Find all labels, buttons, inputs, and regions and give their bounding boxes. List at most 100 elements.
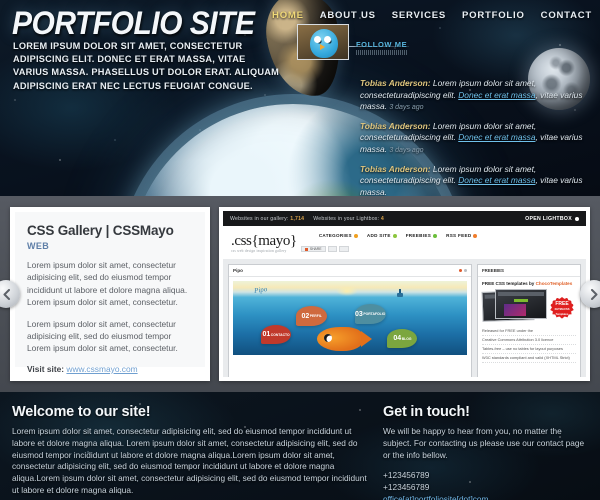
share-extra-2[interactable] (339, 246, 350, 252)
tweet-author: Tobias Anderson: (360, 120, 431, 131)
portfolio-slider-band: CSS Gallery | CSSMayo WEB Lorem ipsum do… (0, 196, 600, 392)
ocean-bubble-01[interactable]: 01 CONTACTO (261, 325, 292, 344)
mayo-nav-rss-label: RSS FEED (446, 233, 472, 238)
twitter-thumbnail[interactable] (297, 24, 349, 60)
nav-item-contact[interactable]: CONTACT (541, 10, 592, 21)
free-starburst-badge: FREE XHTML/CSS Templates (550, 297, 574, 319)
project-category: WEB (27, 241, 50, 251)
project-screenshot-preview[interactable]: Websites in our gallery: 1,714 Websites … (219, 207, 590, 381)
chevron-left-icon (3, 288, 10, 300)
contact-body: We will be happy to hear from you, no ma… (383, 426, 585, 460)
contact-heading: Get in touch! (383, 404, 470, 420)
ocean-illustration: Pipo 01 CONTACTO 02 PERFIL 03 PORTAFOLIO… (233, 281, 467, 355)
bubble-label-01: CONTACTO (270, 332, 290, 337)
freebies-feature-list: Released for FREE under the Creative Com… (478, 322, 580, 368)
ocean-site-panel: Pipo Pipo 01 CONTACTO 02 PERFIL 03 PORTA… (228, 264, 472, 377)
mayo-nav-add-site[interactable]: ADD SITE (367, 233, 397, 238)
ocean-bubble-04[interactable]: 04 BLOG (387, 329, 418, 348)
fish-graphic (317, 327, 373, 351)
open-lightbox-button[interactable]: OPEN LIGHTBOX (525, 216, 579, 222)
thumb-accent (514, 299, 528, 302)
preview-topbar: Websites in our gallery: 1,714 Websites … (223, 211, 586, 226)
tweet-link[interactable]: Donec et erat massa (458, 90, 535, 100)
open-lightbox-label: OPEN LIGHTBOX (525, 215, 572, 222)
thumb-image (504, 304, 526, 316)
project-visit-row: Visit site: www.cssmayo.com (27, 364, 193, 374)
share-buttons-row[interactable]: SHARE (300, 246, 478, 252)
tweet-author: Tobias Anderson: (360, 163, 431, 174)
twitter-bird-icon (310, 29, 338, 58)
project-info-card: CSS Gallery | CSSMayo WEB Lorem ipsum do… (10, 207, 210, 381)
freebies-feature-item: Tables-free – use no tables for layout p… (482, 345, 576, 354)
project-paragraph-1: Lorem ipsum dolor sit amet, consectetur … (27, 260, 188, 308)
add-site-dot-icon (392, 233, 397, 238)
nav-item-services[interactable]: SERVICES (392, 10, 446, 21)
lightbox-count-value: 4 (380, 215, 384, 222)
welcome-heading: Welcome to our site! (12, 404, 151, 420)
tweet-link[interactable]: Donec et erat massa (458, 132, 535, 142)
slider-next-button[interactable] (580, 280, 600, 308)
follow-me-label: FOLLOW ME (356, 40, 408, 49)
visit-label: Visit site: (27, 363, 65, 374)
freebies-heading: FREE CSS templates by ChocoTemplates (478, 277, 580, 289)
visit-site-link[interactable]: www.cssmayo.com (66, 364, 137, 374)
nav-item-about-us[interactable]: ABOUT US (320, 10, 376, 21)
nav-item-home[interactable]: HOME (272, 10, 304, 21)
freebies-panel-title: FREEBIES (478, 265, 580, 277)
bubble-number-04: 04 (393, 335, 402, 342)
freebies-heading-prefix: FREE CSS templates by (482, 281, 536, 286)
freebies-thumbnails: FREE XHTML/CSS Templates (481, 289, 576, 322)
main-navigation[interactable]: HOME ABOUT US SERVICES PORTFOLIO CONTACT (272, 10, 592, 21)
gallery-count-value: 1,714 (290, 215, 305, 222)
preview-body: Pipo Pipo 01 CONTACTO 02 PERFIL 03 PORTA… (223, 259, 586, 377)
page-root: HOME ABOUT US SERVICES PORTFOLIO CONTACT… (0, 0, 600, 500)
bubble-label-03: PORTAFOLIO (363, 312, 386, 316)
lightbox-dot-icon (575, 216, 579, 221)
freebies-heading-brand[interactable]: ChocoTemplates (536, 281, 573, 286)
preview-header: .css{mayo} css web design inspiration ga… (223, 226, 586, 259)
mayo-logo-block: .css{mayo} css web design inspiration ga… (231, 233, 297, 253)
project-title: CSS Gallery | CSSMayo (27, 223, 174, 238)
mayo-nav-freebies[interactable]: FREEBIES (405, 233, 438, 238)
mayo-navigation[interactable]: CATEGORIES ADD SITE FREEBIES RSS FEED (319, 233, 478, 238)
contact-phones: +123456789 +123456789 office[at]portfoli… (383, 470, 588, 500)
bubble-number-01: 01 (262, 331, 271, 338)
tweet-timestamp: 3 days ago (389, 104, 424, 112)
share-button[interactable]: SHARE (300, 246, 326, 252)
ocean-bubble-02[interactable]: 02 PERFIL (296, 306, 328, 326)
categories-dot-icon (353, 233, 358, 238)
nav-item-portfolio[interactable]: PORTFOLIO (462, 10, 525, 21)
footer-section: Welcome to our site! Lorem ipsum dolor s… (0, 392, 600, 500)
tweet-item: Tobias Anderson: Lorem ipsum dolor sit a… (360, 164, 594, 196)
share-extra-1[interactable] (327, 246, 338, 252)
mayo-nav-rss-feed[interactable]: RSS FEED (446, 233, 478, 238)
project-paragraph-2: Lorem ipsum dolor sit amet, consectetur … (27, 318, 178, 354)
contact-email-link[interactable]: office[at]portfoliosite[dot]com (383, 494, 488, 500)
mayo-nav-freebies-label: FREEBIES (405, 233, 432, 238)
ocean-panel-title: Pipo (233, 268, 243, 273)
freebies-feature-item: Creative Commons Attribution 3.0 licence (482, 336, 576, 345)
mayo-logo: .css{mayo} (231, 232, 297, 249)
gallery-count-row: Websites in our gallery: 1,714 (230, 216, 304, 222)
badge-bottom-label: Templates (555, 312, 569, 316)
boat-graphic (396, 289, 403, 297)
tweet-timestamp: 3 days ago (389, 146, 424, 154)
freebies-feature-item: W3C standards compliant and valid (XHTML… (482, 354, 576, 363)
lightbox-count-label: Websites in your Lightbox: (313, 215, 380, 222)
chevron-right-icon (590, 288, 597, 300)
hero-header: HOME ABOUT US SERVICES PORTFOLIO CONTACT… (0, 0, 600, 196)
mayo-nav-categories[interactable]: CATEGORIES (319, 233, 358, 238)
lightbox-count-row: Websites in your Lightbox: 4 (313, 216, 384, 222)
tweet-item: Tobias Anderson: Lorem ipsum dolor sit a… (360, 121, 594, 157)
share-square-icon (304, 247, 308, 251)
ocean-panel-title-bar: Pipo (229, 265, 471, 277)
tweet-link[interactable]: Donec et erat massa (458, 175, 535, 185)
freebies-feature-item: Released for FREE under the (482, 327, 576, 336)
bubble-label-02: PERFIL (309, 314, 322, 318)
tweet-author: Tobias Anderson: (360, 78, 431, 88)
contact-phone-1: +123456789 (383, 470, 430, 481)
twitter-follow-block[interactable]: FOLLOW ME (356, 40, 408, 55)
bubble-number-03: 03 (355, 310, 363, 318)
ocean-bubble-03[interactable]: 03 PORTAFOLIO (354, 304, 386, 324)
panel-window-dots (459, 269, 467, 272)
